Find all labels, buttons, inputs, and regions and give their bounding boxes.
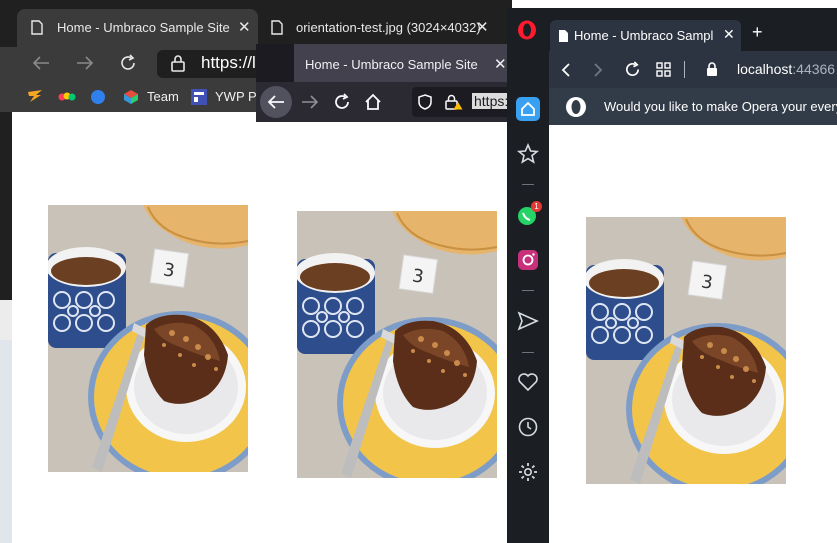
toolbar-separator [684,61,685,78]
back-arrow-icon [267,94,285,110]
edge-tab-home[interactable]: Home - Umbraco Sample Site ✕ [17,9,258,47]
cake-photo: 3 [48,205,248,472]
close-icon[interactable]: ✕ [494,55,507,73]
team-logo-icon [123,89,139,105]
back-chevron-icon[interactable] [561,62,571,78]
opera-toolbar: localhost:44366 [549,51,837,88]
lock-warning-icon[interactable] [445,94,463,110]
shield-icon[interactable] [418,94,432,110]
refresh-icon[interactable] [119,54,137,72]
new-tab-plus-icon[interactable]: + [752,22,763,43]
history-clock-icon[interactable] [516,415,540,439]
send-flow-icon[interactable] [516,309,540,333]
sidebar-divider [522,290,534,291]
cake-photo: 3 [297,211,497,478]
opera-sidebar: 1 [507,8,549,543]
opera-window: 1 Home - Umbraco Sample S ✕ + [507,8,837,543]
edge-url-text: https://l [201,53,256,72]
back-arrow-icon[interactable] [32,55,50,71]
opera-tab-home[interactable]: Home - Umbraco Sample S ✕ [550,20,741,52]
tabs-grid-icon[interactable] [656,62,671,77]
opera-url[interactable]: localhost:44366 [737,61,835,77]
bookmark-logo-icon[interactable] [27,89,43,103]
compass-logo-icon[interactable] [90,89,106,105]
refresh-icon[interactable] [624,61,641,78]
speed-dial-home-button[interactable] [516,97,540,121]
bookmark-ywp[interactable]: YWP Pr [215,89,261,104]
bookmark-team[interactable]: Team [147,89,179,104]
infobar-message: Would you like to make Opera your everyd… [604,99,837,114]
edge-tab-image[interactable]: orientation-test.jpg (3024×4032) ✕ [258,9,512,47]
firefox-page-viewport: 3 [256,122,516,543]
forward-chevron-icon[interactable] [593,62,603,78]
instagram-icon[interactable] [516,248,540,272]
opera-page-viewport: 3 [549,125,837,543]
sidebar-divider [522,352,534,353]
edge-left-edge-tint [0,340,12,543]
bookmarks-star-icon[interactable] [516,142,540,166]
page-icon [558,29,569,43]
opera-logo-icon[interactable] [517,20,537,40]
opera-default-browser-infobar: Would you like to make Opera your everyd… [549,88,837,125]
sidebar-divider [522,184,534,185]
heart-icon[interactable] [516,370,540,394]
firefox-tab-title: Home - Umbraco Sample Site [305,57,478,72]
opera-url-port: :44366 [792,61,836,77]
firefox-address-bar[interactable]: https: [412,87,516,117]
edge-tab-home-title: Home - Umbraco Sample Site [57,20,230,35]
settings-gear-icon[interactable] [516,460,540,484]
close-icon[interactable]: ✕ [476,18,489,36]
firefox-window: Home - Umbraco Sample Site ✕ https: 3 [256,44,516,543]
monday-logo-icon[interactable] [58,90,76,102]
cake-photo: 3 [586,217,786,484]
close-icon[interactable]: ✕ [238,18,251,36]
ywp-logo-icon [191,89,207,105]
firefox-tab-home[interactable]: Home - Umbraco Sample Site ✕ [294,44,516,82]
edge-tab-image-title: orientation-test.jpg (3024×4032) [296,20,481,35]
whatsapp-badge: 1 [531,201,542,212]
whatsapp-icon[interactable]: 1 [516,201,542,227]
page-icon [31,20,43,35]
lock-icon[interactable] [171,55,185,72]
firefox-url-text: https: [472,93,511,109]
opera-tab-title: Home - Umbraco Sample S [574,28,713,43]
close-icon[interactable]: ✕ [723,26,735,43]
home-icon[interactable] [364,93,382,111]
page-icon [271,20,283,35]
lock-icon[interactable] [706,62,718,77]
opera-logo-icon [565,96,587,118]
opera-url-host: localhost [737,61,793,77]
refresh-icon[interactable] [333,93,351,111]
forward-arrow-icon[interactable] [76,55,94,71]
forward-arrow-icon[interactable] [301,94,319,110]
